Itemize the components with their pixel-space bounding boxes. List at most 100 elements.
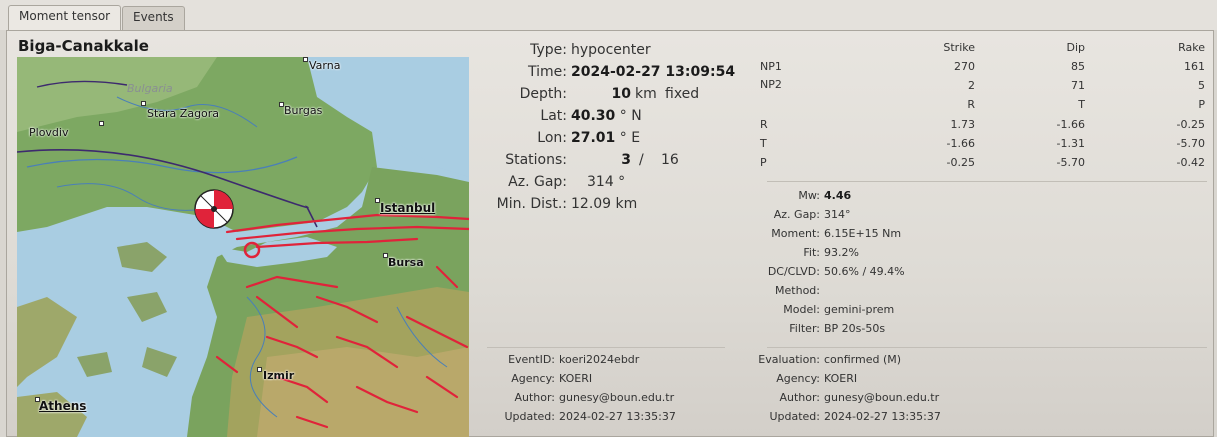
mindist-label: Min. Dist.:: [496, 196, 567, 212]
event-title: Biga-Canakkale: [18, 37, 149, 55]
tab-bar: Moment tensor Events: [0, 0, 1217, 31]
filter-label: Filter:: [789, 322, 820, 335]
updated-label: Updated:: [769, 410, 820, 423]
stations-used: 3: [621, 152, 631, 168]
city-label-plovdiv: Plovdiv: [29, 126, 69, 139]
azgap-label: Az. Gap:: [773, 208, 820, 221]
mindist-value: 12.09 km: [571, 196, 638, 212]
column-header: Dip: [1066, 41, 1085, 54]
lon-unit: ° E: [619, 130, 641, 146]
moment-value: 6.15E+15 Nm: [824, 227, 902, 240]
city-label-athens: Athens: [39, 399, 87, 413]
lat-label: Lat:: [540, 108, 567, 124]
stations-total: 16: [661, 152, 679, 168]
mw-value: 4.46: [824, 189, 852, 202]
table-cell: -1.66: [1056, 118, 1085, 131]
table-cell: -0.25: [946, 156, 975, 169]
table-cell: -5.70: [1176, 137, 1205, 150]
dcclvd-value: 50.6% / 49.4%: [824, 265, 905, 278]
map-canvas: [17, 57, 469, 437]
evaluation-label: Evaluation:: [758, 353, 820, 366]
focal-mechanism-beachball: [194, 189, 234, 229]
author-label: Author:: [514, 391, 555, 404]
row-label: T: [760, 137, 767, 150]
type-label: Type:: [530, 42, 567, 58]
depth-unit: km: [635, 86, 657, 102]
lat-unit: ° N: [619, 108, 642, 124]
city-label-istanbul: Istanbul: [380, 201, 436, 215]
table-cell: -0.42: [1176, 156, 1205, 169]
eventid-label: EventID:: [508, 353, 555, 366]
agency-label: Agency:: [511, 372, 555, 385]
city-label-varna: Varna: [309, 59, 341, 72]
row-label: NP2: [760, 78, 782, 91]
event-map[interactable]: Bulgaria Varna Stara Zagora Burgas Plovd…: [17, 57, 469, 437]
fit-value: 93.2%: [824, 246, 859, 259]
table-cell: 161: [1184, 60, 1205, 73]
city-label-burgas: Burgas: [284, 104, 323, 117]
moment-tensor-panel: Biga-Canakkale Bulgaria Varna Stara Zago…: [6, 30, 1214, 437]
table-cell: -1.66: [946, 137, 975, 150]
agency-label: Agency:: [776, 372, 820, 385]
nodal-plane-table: Strike Dip Rake NP1 270 85 161 NP2 2 71 …: [755, 41, 1215, 181]
model-value: gemini-prem: [824, 303, 895, 316]
model-label: Model:: [783, 303, 820, 316]
updated-label: Updated:: [504, 410, 555, 423]
fit-label: Fit:: [803, 246, 820, 259]
eventid-value: koeri2024ebdr: [559, 353, 640, 366]
tab-events[interactable]: Events: [122, 6, 185, 30]
tab-moment-tensor[interactable]: Moment tensor: [8, 5, 122, 31]
city-label-izmir: Izmir: [263, 369, 295, 382]
divider: [767, 181, 1207, 182]
azgap-value: 314°: [824, 208, 851, 221]
column-header: R: [967, 98, 975, 111]
table-cell: 1.73: [950, 118, 976, 131]
stations-label: Stations:: [505, 152, 567, 168]
time-label: Time:: [528, 64, 567, 80]
column-header: P: [1198, 98, 1205, 111]
city-marker: [99, 121, 104, 126]
filter-value: BP 20s-50s: [824, 322, 886, 335]
table-cell: -5.70: [1056, 156, 1085, 169]
evaluation-value: confirmed (M): [824, 353, 902, 366]
city-marker: [303, 57, 308, 62]
author-value: gunesy@boun.edu.tr: [559, 391, 675, 404]
column-header: Rake: [1178, 41, 1205, 54]
table-cell: 5: [1198, 79, 1205, 92]
updated-value: 2024-02-27 13:35:37: [824, 410, 941, 423]
table-cell: 71: [1071, 79, 1085, 92]
column-header: T: [1078, 98, 1085, 111]
moment-label: Moment:: [771, 227, 820, 240]
divider: [487, 347, 725, 348]
azgap-label: Az. Gap:: [508, 174, 567, 190]
stations-separator: /: [639, 152, 644, 168]
updated-value: 2024-02-27 13:35:37: [559, 410, 676, 423]
map-country-label: Bulgaria: [127, 82, 173, 95]
city-marker: [141, 101, 146, 106]
author-value: gunesy@boun.edu.tr: [824, 391, 940, 404]
table-cell: -0.25: [1176, 118, 1205, 131]
row-label: R: [760, 118, 768, 131]
city-label-stara-zagora: Stara Zagora: [147, 107, 220, 120]
author-label: Author:: [779, 391, 820, 404]
row-label: NP1: [760, 60, 782, 73]
agency-value: KOERI: [824, 372, 858, 385]
lat-value: 40.30: [571, 108, 616, 124]
mw-label: Mw:: [798, 189, 820, 202]
depth-fixed-flag: fixed: [665, 86, 700, 102]
agency-value: KOERI: [559, 372, 593, 385]
lon-value: 27.01: [571, 130, 616, 146]
table-cell: 270: [954, 60, 975, 73]
depth-value: 10: [611, 86, 631, 102]
depth-label: Depth:: [519, 86, 567, 102]
table-cell: 2: [968, 79, 975, 92]
city-marker: [257, 367, 262, 372]
city-label-bursa: Bursa: [388, 256, 424, 269]
table-cell: -1.31: [1056, 137, 1085, 150]
row-label: P: [760, 156, 767, 169]
azgap-value: 314 °: [587, 174, 626, 190]
table-cell: 85: [1071, 60, 1085, 73]
type-value: hypocenter: [571, 42, 651, 58]
method-label: Method:: [775, 284, 820, 297]
lon-label: Lon:: [537, 130, 567, 146]
